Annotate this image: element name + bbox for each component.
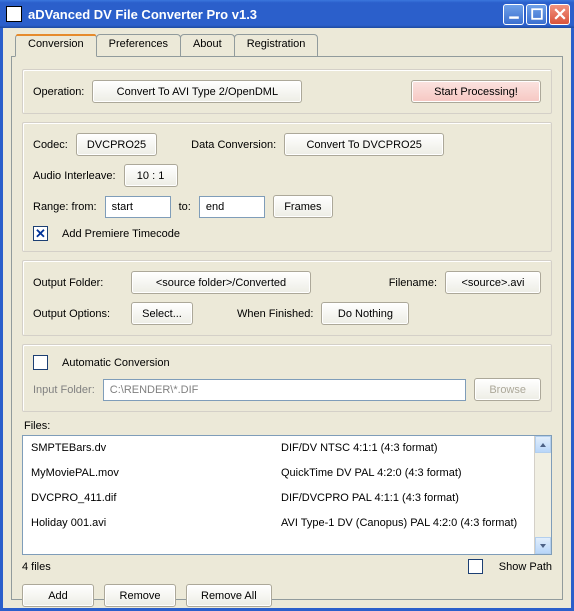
autoconv-section: Automatic Conversion Input Folder: C:\RE…	[22, 344, 552, 412]
conversion-panel: Operation: Convert To AVI Type 2/OpenDML…	[11, 56, 563, 600]
file-name: MyMoviePAL.mov	[31, 467, 281, 479]
operation-label: Operation:	[33, 86, 84, 98]
app-icon	[6, 6, 22, 22]
list-item[interactable]: Holiday 001.avi AVI Type-1 DV (Canopus) …	[23, 511, 534, 536]
close-button[interactable]	[549, 4, 570, 25]
range-from-input[interactable]: start	[105, 196, 171, 218]
files-list: SMPTEBars.dv DIF/DV NTSC 4:1:1 (4:3 form…	[23, 436, 534, 554]
filename-dropdown[interactable]: <source>.avi	[445, 271, 541, 294]
files-scrollbar[interactable]	[534, 436, 551, 554]
data-conversion-dropdown[interactable]: Convert To DVCPRO25	[284, 133, 444, 156]
range-from-label: Range: from:	[33, 201, 97, 213]
file-name: Holiday 001.avi	[31, 517, 281, 529]
audio-interleave-label: Audio Interleave:	[33, 170, 116, 182]
add-button[interactable]: Add	[22, 584, 94, 607]
data-conversion-label: Data Conversion:	[191, 139, 276, 151]
input-folder-field[interactable]: C:\RENDER\*.DIF	[103, 379, 467, 401]
window-title: aDVanced DV File Converter Pro v1.3	[28, 7, 503, 22]
file-desc: DIF/DV NTSC 4:1:1 (4:3 format)	[281, 442, 526, 454]
remove-all-button[interactable]: Remove All	[186, 584, 272, 607]
range-units-button[interactable]: Frames	[273, 195, 333, 218]
file-name: SMPTEBars.dv	[31, 442, 281, 454]
files-label: Files:	[24, 420, 552, 432]
minimize-button[interactable]	[503, 4, 524, 25]
output-section: Output Folder: <source folder>/Converted…	[22, 260, 552, 336]
file-desc: AVI Type-1 DV (Canopus) PAL 4:2:0 (4:3 f…	[281, 517, 526, 529]
operation-dropdown[interactable]: Convert To AVI Type 2/OpenDML	[92, 80, 302, 103]
output-options-label: Output Options:	[33, 308, 123, 320]
list-item[interactable]: MyMoviePAL.mov QuickTime DV PAL 4:2:0 (4…	[23, 461, 534, 486]
automatic-conversion-label: Automatic Conversion	[62, 357, 170, 369]
file-desc: DIF/DVCPRO PAL 4:1:1 (4:3 format)	[281, 492, 526, 504]
tab-registration[interactable]: Registration	[234, 34, 319, 56]
file-desc: QuickTime DV PAL 4:2:0 (4:3 format)	[281, 467, 526, 479]
list-item[interactable]: SMPTEBars.dv DIF/DV NTSC 4:1:1 (4:3 form…	[23, 436, 534, 461]
chevron-down-icon	[539, 542, 547, 550]
tab-about[interactable]: About	[180, 34, 235, 56]
codec-dropdown[interactable]: DVCPRO25	[76, 133, 157, 156]
output-folder-label: Output Folder:	[33, 277, 123, 289]
tab-preferences[interactable]: Preferences	[96, 34, 181, 56]
codec-label: Codec:	[33, 139, 68, 151]
browse-button: Browse	[474, 378, 541, 401]
list-item[interactable]: DVCPRO_411.dif DIF/DVCPRO PAL 4:1:1 (4:3…	[23, 486, 534, 511]
file-count-text: 4 files	[22, 561, 51, 573]
audio-interleave-dropdown[interactable]: 10 : 1	[124, 164, 178, 187]
codec-section: Codec: DVCPRO25 Data Conversion: Convert…	[22, 122, 552, 252]
when-finished-label: When Finished:	[237, 308, 313, 320]
scroll-track[interactable]	[535, 453, 551, 537]
when-finished-dropdown[interactable]: Do Nothing	[321, 302, 409, 325]
minimize-icon	[508, 8, 520, 20]
maximize-icon	[531, 8, 543, 20]
operation-section: Operation: Convert To AVI Type 2/OpenDML…	[22, 69, 552, 114]
input-folder-label: Input Folder:	[33, 384, 95, 396]
maximize-button[interactable]	[526, 4, 547, 25]
chevron-up-icon	[539, 441, 547, 449]
show-path-checkbox[interactable]	[468, 559, 483, 574]
automatic-conversion-checkbox[interactable]	[33, 355, 48, 370]
scroll-up-button[interactable]	[535, 436, 551, 453]
output-options-button[interactable]: Select...	[131, 302, 193, 325]
titlebar[interactable]: aDVanced DV File Converter Pro v1.3	[0, 0, 574, 28]
filename-label: Filename:	[389, 277, 437, 289]
tab-strip: Conversion Preferences About Registratio…	[15, 34, 563, 56]
range-to-label: to:	[179, 201, 191, 213]
scroll-down-button[interactable]	[535, 537, 551, 554]
start-processing-button[interactable]: Start Processing!	[411, 80, 541, 103]
add-timecode-label: Add Premiere Timecode	[62, 228, 180, 240]
files-listbox[interactable]: SMPTEBars.dv DIF/DV NTSC 4:1:1 (4:3 form…	[22, 435, 552, 555]
add-timecode-checkbox[interactable]	[33, 226, 48, 241]
output-folder-dropdown[interactable]: <source folder>/Converted	[131, 271, 311, 294]
show-path-label: Show Path	[499, 561, 552, 573]
remove-button[interactable]: Remove	[104, 584, 176, 607]
close-icon	[554, 8, 566, 20]
file-name: DVCPRO_411.dif	[31, 492, 281, 504]
range-to-input[interactable]: end	[199, 196, 265, 218]
tab-conversion[interactable]: Conversion	[15, 34, 97, 57]
